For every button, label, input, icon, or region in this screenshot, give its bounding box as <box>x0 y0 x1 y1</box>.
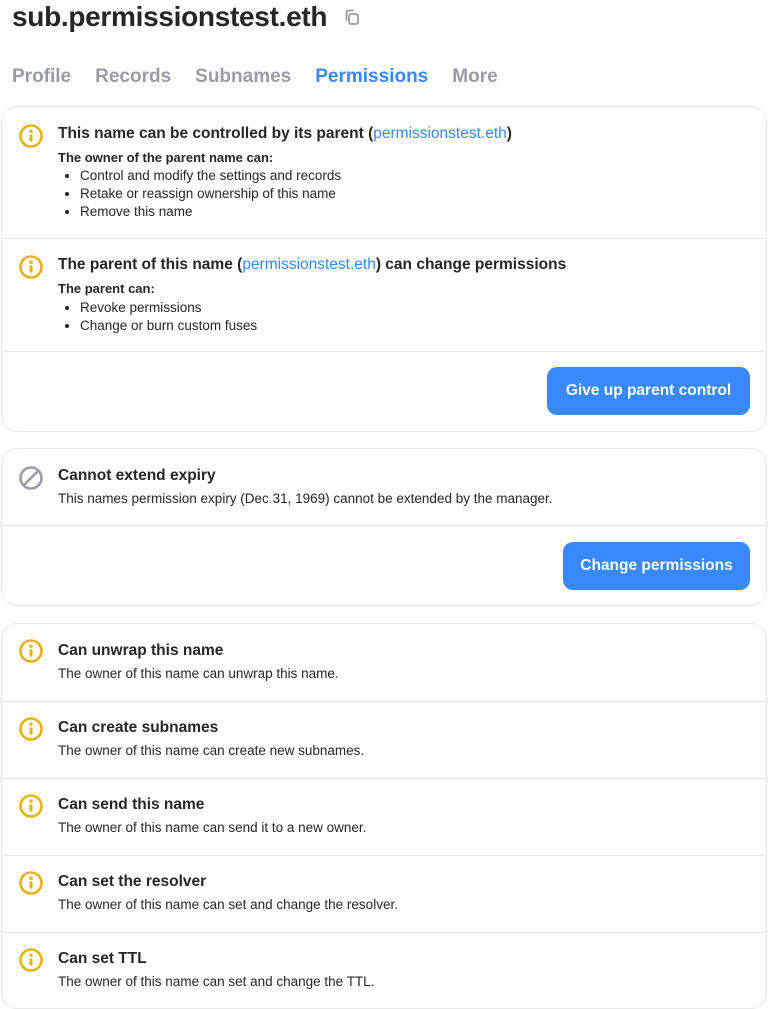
list-item: Change or burn custom fuses <box>80 317 257 335</box>
list-item: Retake or reassign ownership of this nam… <box>80 185 341 203</box>
ability-heading: Can send this name <box>58 796 205 813</box>
ability-heading: Can unwrap this name <box>58 642 224 659</box>
parent-permissions-heading: The parent of this name (permissionstest… <box>58 255 566 275</box>
parent-subheading: The parent can: <box>58 281 155 296</box>
ability-description: The owner of this name can unwrap this n… <box>58 666 339 681</box>
divider <box>2 351 766 352</box>
ability-heading: Can set TTL <box>58 950 147 967</box>
info-icon <box>18 638 44 664</box>
tab-bar: Profile Records Subnames Permissions Mor… <box>12 64 522 90</box>
copy-icon[interactable] <box>343 8 361 26</box>
info-icon <box>18 793 44 819</box>
page-title: sub.permissionstest.eth <box>12 1 328 32</box>
give-up-parent-control-button[interactable]: Give up parent control <box>547 367 750 415</box>
parent-control-heading: This name can be controlled by its paren… <box>58 124 512 144</box>
parent-owner-abilities-list: Control and modify the settings and reco… <box>80 167 341 221</box>
tab-permissions[interactable]: Permissions <box>315 64 428 90</box>
info-icon <box>18 870 44 896</box>
tab-subnames[interactable]: Subnames <box>195 64 291 90</box>
list-item: Revoke permissions <box>80 299 257 317</box>
list-item: Control and modify the settings and reco… <box>80 167 341 185</box>
ability-description: The owner of this name can set and chang… <box>58 974 375 989</box>
ability-row: Can create subnames The owner of this na… <box>2 702 766 778</box>
parent-owner-subheading: The owner of the parent name can: <box>58 150 274 165</box>
ability-description: The owner of this name can create new su… <box>58 743 365 758</box>
ability-description: The owner of this name can set and chang… <box>58 897 398 912</box>
tab-more[interactable]: More <box>452 64 497 90</box>
ability-row: Can set the resolver The owner of this n… <box>2 856 766 932</box>
info-icon <box>18 716 44 742</box>
ability-row: Can unwrap this name The owner of this n… <box>2 624 766 701</box>
abilities-card: Can unwrap this name The owner of this n… <box>1 623 767 1009</box>
title-row: sub.permissionstest.eth <box>12 0 361 34</box>
ability-heading: Can set the resolver <box>58 873 207 890</box>
parent-permissions-section: The parent of this name (permissionstest… <box>2 239 766 351</box>
ability-row: Can send this name The owner of this nam… <box>2 779 766 855</box>
heading-text: The parent of this name ( <box>58 256 243 273</box>
parent-abilities-list: Revoke permissions Change or burn custom… <box>80 299 257 335</box>
ability-description: The owner of this name can send it to a … <box>58 820 367 835</box>
info-icon <box>18 947 44 973</box>
expiry-card: Cannot extend expiry This names permissi… <box>1 448 767 606</box>
disabled-icon <box>18 465 44 491</box>
list-item: Remove this name <box>80 203 341 221</box>
tab-profile[interactable]: Profile <box>12 64 71 90</box>
expiry-heading: Cannot extend expiry <box>58 467 216 484</box>
ability-row: Can set TTL The owner of this name can s… <box>2 933 766 1008</box>
heading-text: This name can be controlled by its paren… <box>58 125 374 142</box>
info-icon <box>18 254 44 280</box>
parent-control-section: This name can be controlled by its paren… <box>2 107 766 238</box>
info-icon <box>18 123 44 149</box>
change-permissions-button[interactable]: Change permissions <box>563 542 750 590</box>
expiry-description: This names permission expiry (Dec 31, 19… <box>58 491 553 506</box>
expiry-section: Cannot extend expiry This names permissi… <box>2 449 766 525</box>
tab-records[interactable]: Records <box>95 64 171 90</box>
heading-text-end: ) can change permissions <box>375 256 567 273</box>
divider <box>2 525 766 526</box>
parent-name-link[interactable]: permissionstest.eth <box>242 256 376 273</box>
ability-heading: Can create subnames <box>58 719 219 736</box>
parent-name-link[interactable]: permissionstest.eth <box>373 125 507 142</box>
heading-text-end: ) <box>506 125 512 142</box>
parent-control-card: This name can be controlled by its paren… <box>1 106 767 432</box>
